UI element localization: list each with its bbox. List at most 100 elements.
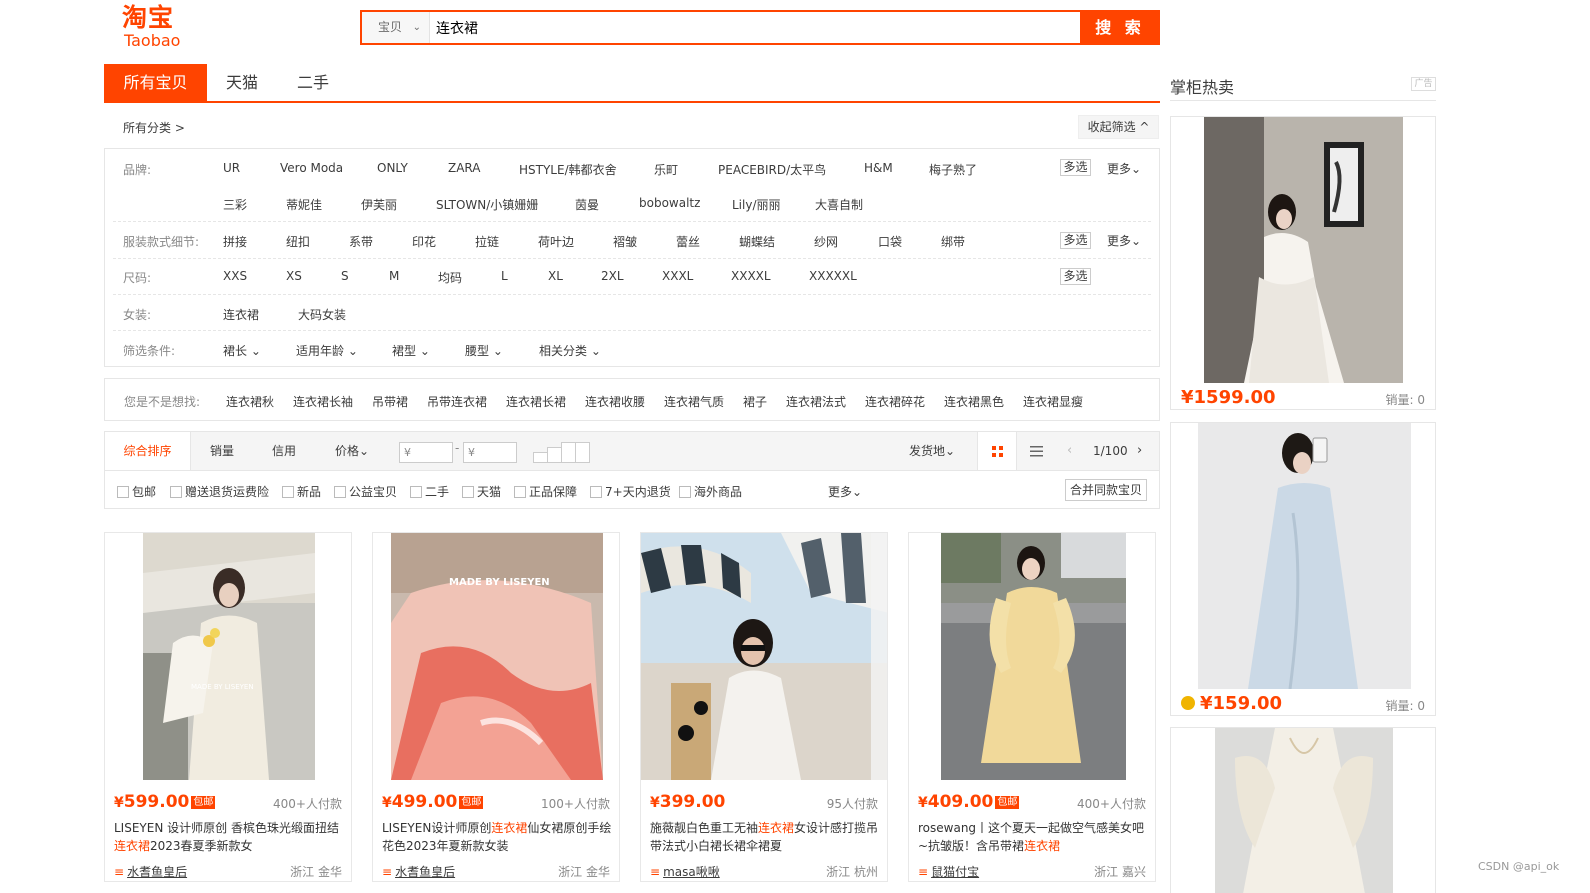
list-view-button[interactable] — [1017, 432, 1057, 470]
brand-item[interactable]: 大喜自制 — [815, 196, 863, 213]
check-secondhand[interactable]: 二手 — [410, 483, 449, 500]
detail-item[interactable]: 蕾丝 — [676, 233, 700, 250]
sort-default[interactable]: 综合排序 — [105, 432, 191, 470]
product-image[interactable] — [641, 533, 887, 780]
product-card[interactable]: MADE BY LISEYEN ¥599.00 包邮 400+人付款 LISEYE… — [104, 532, 352, 882]
related-search-item[interactable]: 连衣裙长袖 — [293, 393, 353, 410]
brand-item[interactable]: 梅子熟了 — [929, 161, 977, 178]
related-search-item[interactable]: 裙子 — [743, 393, 767, 410]
rail-product-image[interactable] — [1198, 423, 1411, 690]
detail-more-button[interactable]: 更多⌄ — [1107, 232, 1141, 249]
related-search-item[interactable]: 连衣裙秋 — [226, 393, 274, 410]
size-multi-button[interactable]: 多选 — [1060, 268, 1091, 285]
related-search-item[interactable]: 吊带裙 — [372, 393, 408, 410]
size-item[interactable]: XXXL — [662, 269, 693, 283]
brand-item[interactable]: SLTOWN/小镇姗姗 — [436, 196, 538, 213]
check-genuine[interactable]: 正品保障 — [514, 483, 577, 500]
check-return-insurance[interactable]: 赠送退货运费险 — [170, 483, 269, 500]
related-search-item[interactable]: 连衣裙气质 — [664, 393, 724, 410]
brand-item[interactable]: PEACEBIRD/太平鸟 — [718, 161, 826, 178]
brand-item[interactable]: bobowaltz — [639, 196, 700, 210]
price-slider[interactable] — [533, 442, 593, 463]
brand-item[interactable]: 乐町 — [654, 161, 678, 178]
size-item[interactable]: 2XL — [601, 269, 624, 283]
check-tmall[interactable]: 天猫 — [462, 483, 501, 500]
taobao-logo[interactable]: 淘宝 Taobao — [122, 4, 192, 52]
brand-item[interactable]: 茵曼 — [575, 196, 599, 213]
brand-item[interactable]: HSTYLE/韩都衣舍 — [519, 161, 617, 178]
checkbox[interactable] — [410, 486, 422, 498]
brand-item[interactable]: 蒂妮佳 — [286, 196, 322, 213]
detail-item[interactable]: 褶皱 — [613, 233, 637, 250]
tab-tmall[interactable]: 天猫 — [207, 64, 277, 101]
search-button[interactable]: 搜 索 — [1080, 10, 1160, 45]
related-search-item[interactable]: 连衣裙法式 — [786, 393, 846, 410]
brand-item[interactable]: 三彩 — [223, 196, 247, 213]
sort-sales[interactable]: 销量 — [191, 432, 253, 470]
brand-item[interactable]: Lily/丽丽 — [732, 196, 781, 213]
checkbox[interactable] — [117, 486, 129, 498]
merge-same-button[interactable]: 合并同款宝贝 — [1065, 479, 1147, 501]
tab-secondhand[interactable]: 二手 — [277, 64, 349, 101]
options-more-button[interactable]: 更多⌄ — [828, 483, 862, 500]
detail-item[interactable]: 系带 — [349, 233, 373, 250]
prev-page-icon[interactable]: ‹ — [1067, 443, 1072, 458]
condition-dropdown[interactable]: 腰型 ⌄ — [465, 342, 503, 359]
brand-item[interactable]: H&M — [864, 161, 893, 175]
search-input[interactable] — [432, 12, 1082, 43]
product-title[interactable]: LISEYEN 设计师原创 香槟色珠光缎面扭结连衣裙2023春夏季新款女 — [114, 819, 346, 855]
collapse-filter-button[interactable]: 收起筛选 ^ — [1078, 115, 1159, 139]
brand-item[interactable]: Vero Moda — [280, 161, 343, 175]
check-new[interactable]: 新品 — [282, 483, 321, 500]
brand-item[interactable]: ONLY — [377, 161, 408, 175]
check-7day-return[interactable]: 7+天内退货 — [590, 483, 671, 500]
size-item[interactable]: XL — [548, 269, 563, 283]
checkbox[interactable] — [462, 486, 474, 498]
rail-product-image[interactable] — [1204, 117, 1403, 383]
condition-dropdown[interactable]: 相关分类 ⌄ — [539, 342, 601, 359]
related-search-item[interactable]: 吊带连衣裙 — [427, 393, 487, 410]
brand-item[interactable]: 伊芙丽 — [361, 196, 397, 213]
checkbox[interactable] — [590, 486, 602, 498]
detail-item[interactable]: 印花 — [412, 233, 436, 250]
product-card[interactable]: ¥409.00 包邮 400+人付款 rosewang丨这个夏天一起做空气感美女吧… — [908, 532, 1156, 882]
shop-link[interactable]: ≡ 鼠猫付宝 — [918, 863, 979, 880]
price-min-input[interactable]: ¥ — [399, 442, 453, 463]
check-charity[interactable]: 公益宝贝 — [334, 483, 397, 500]
condition-dropdown[interactable]: 适用年龄 ⌄ — [296, 342, 358, 359]
women-item[interactable]: 连衣裙 — [223, 306, 259, 323]
detail-item[interactable]: 蝴蝶结 — [739, 233, 775, 250]
condition-dropdown[interactable]: 裙型 ⌄ — [392, 342, 430, 359]
check-overseas[interactable]: 海外商品 — [679, 483, 742, 500]
product-image[interactable] — [941, 533, 1126, 780]
size-item[interactable]: S — [341, 269, 349, 283]
ship-from-dropdown[interactable]: 发货地⌄ — [902, 432, 962, 470]
breadcrumb[interactable]: 所有分类 > — [123, 119, 185, 136]
size-item[interactable]: XXS — [223, 269, 247, 283]
checkbox[interactable] — [170, 486, 182, 498]
next-page-icon[interactable]: › — [1137, 443, 1142, 458]
product-title[interactable]: 施薇靓白色重工无袖连衣裙女设计感打揽吊带法式小白裙长裙伞裙夏 — [650, 819, 882, 855]
related-search-item[interactable]: 连衣裙碎花 — [865, 393, 925, 410]
detail-item[interactable]: 绑带 — [941, 233, 965, 250]
checkbox[interactable] — [514, 486, 526, 498]
condition-dropdown[interactable]: 裙长 ⌄ — [223, 342, 261, 359]
product-image[interactable]: MADE BY LISEYEN — [391, 533, 603, 780]
detail-multi-button[interactable]: 多选 — [1060, 232, 1091, 249]
related-search-item[interactable]: 连衣裙黑色 — [944, 393, 1004, 410]
search-type-select[interactable]: 宝贝 ⌄ — [362, 12, 430, 43]
brand-multi-button[interactable]: 多选 — [1060, 159, 1091, 176]
brand-item[interactable]: UR — [223, 161, 240, 175]
related-search-item[interactable]: 连衣裙显瘦 — [1023, 393, 1083, 410]
product-title[interactable]: LISEYEN设计师原创连衣裙仙女裙原创手绘花色2023年夏新款女装 — [382, 819, 614, 855]
shop-link[interactable]: ≡ 水耆鱼皇后 — [382, 863, 455, 880]
related-search-item[interactable]: 连衣裙长裙 — [506, 393, 566, 410]
related-search-item[interactable]: 连衣裙收腰 — [585, 393, 645, 410]
check-free-shipping[interactable]: 包邮 — [117, 483, 156, 500]
women-item[interactable]: 大码女装 — [298, 306, 346, 323]
rail-product-card[interactable]: ¥1599.00 销量: 0 — [1170, 116, 1436, 410]
brand-item[interactable]: ZARA — [448, 161, 481, 175]
tab-all[interactable]: 所有宝贝 — [104, 64, 207, 101]
size-item[interactable]: 均码 — [438, 269, 462, 286]
size-item[interactable]: XS — [286, 269, 302, 283]
